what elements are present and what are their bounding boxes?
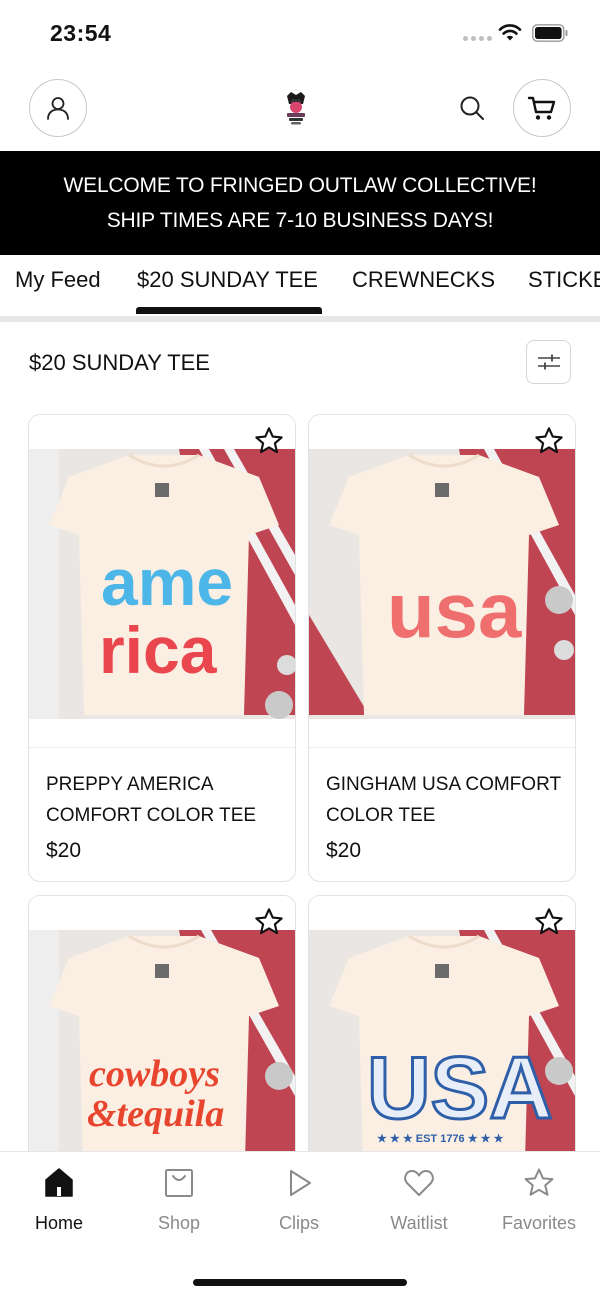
battery-icon: [532, 24, 568, 42]
nav-waitlist[interactable]: Waitlist: [364, 1166, 474, 1234]
section-title: $20 SUNDAY TEE: [29, 350, 210, 375]
cart-button[interactable]: [513, 79, 571, 137]
product-title[interactable]: GINGHAM USA COMFORT COLOR TEE: [326, 769, 566, 831]
star-icon: [255, 427, 283, 454]
home-indicator[interactable]: [193, 1279, 407, 1286]
bottom-nav: Home Shop Clips Waitlist Favorites: [0, 1151, 600, 1299]
product-card[interactable]: usa GINGHAM USA COMFORT COLOR TEE $20: [308, 414, 576, 882]
heart-icon: [404, 1170, 434, 1196]
brand-logo-icon[interactable]: [281, 90, 311, 128]
account-button[interactable]: [29, 79, 87, 137]
tab-my-feed[interactable]: My Feed: [15, 267, 101, 293]
product-image[interactable]: usa: [309, 415, 575, 749]
star-icon: [524, 1168, 554, 1196]
star-icon: [535, 908, 563, 935]
product-card[interactable]: USA ★ ★ ★ EST 1776 ★ ★ ★: [308, 895, 576, 1195]
nav-label: Shop: [157, 1213, 201, 1233]
favorite-button[interactable]: [251, 904, 287, 940]
product-card[interactable]: ame rica PREPPY AMERICA COMFORT COLOR TE…: [28, 414, 296, 882]
banner-line-2: SHIP TIMES ARE 7-10 BUSINESS DAYS!: [106, 209, 494, 232]
filter-button[interactable]: [526, 340, 571, 384]
nav-label: Clips: [278, 1213, 319, 1233]
search-icon: [460, 96, 484, 120]
nav-clips[interactable]: Clips: [244, 1166, 354, 1234]
signal-dots-icon: [463, 36, 492, 41]
favorite-button[interactable]: [531, 423, 567, 459]
nav-favorites[interactable]: Favorites: [484, 1166, 594, 1234]
favorite-button[interactable]: [251, 423, 287, 459]
product-price: $20: [326, 839, 362, 862]
favorite-button[interactable]: [531, 904, 567, 940]
tab-stickers[interactable]: STICKE: [528, 267, 600, 293]
product-image[interactable]: ame rica: [29, 415, 295, 749]
nav-label: Home: [34, 1213, 83, 1233]
tee-art-text: cowboys: [89, 1053, 220, 1095]
tee-art-text: usa: [387, 566, 522, 654]
status-time: 23:54: [50, 20, 112, 46]
home-icon: [45, 1168, 73, 1197]
tabs-divider: [0, 316, 600, 322]
person-icon: [47, 97, 69, 120]
tab-crewnecks[interactable]: CREWNECKS: [352, 267, 495, 293]
tee-art-text: USA: [367, 1038, 553, 1137]
active-tab-indicator: [136, 307, 322, 314]
search-button[interactable]: [456, 92, 488, 124]
tee-art-text: &tequila: [87, 1093, 224, 1135]
tab-sunday-tee[interactable]: $20 SUNDAY TEE: [137, 267, 318, 293]
star-icon: [535, 427, 563, 454]
product-card[interactable]: cowboys &tequila: [28, 895, 296, 1195]
product-title[interactable]: PREPPY AMERICA COMFORT COLOR TEE: [46, 769, 286, 831]
star-icon: [255, 908, 283, 935]
play-icon: [290, 1170, 311, 1196]
wifi-icon: [498, 24, 522, 41]
tee-art-text: rica: [99, 613, 218, 687]
sliders-icon: [537, 354, 560, 370]
shopping-bag-icon: [165, 1169, 193, 1197]
tee-art-subtext: ★ ★ ★ EST 1776 ★ ★ ★: [377, 1133, 504, 1145]
app-header: [0, 66, 600, 151]
nav-home[interactable]: Home: [4, 1166, 114, 1234]
category-tabs: My Feed $20 SUNDAY TEE CREWNECKS STICKE: [0, 255, 600, 320]
nav-label: Favorites: [501, 1213, 577, 1233]
tee-art-text: ame: [101, 545, 233, 619]
announcement-banner: WELCOME TO FRINGED OUTLAW COLLECTIVE! SH…: [0, 151, 600, 255]
product-price: $20: [46, 839, 82, 862]
nav-shop[interactable]: Shop: [124, 1166, 234, 1234]
cart-icon: [527, 96, 556, 120]
banner-line-1: WELCOME TO FRINGED OUTLAW COLLECTIVE!: [63, 174, 537, 197]
status-bar: 23:54: [0, 0, 600, 66]
nav-label: Waitlist: [390, 1213, 448, 1233]
